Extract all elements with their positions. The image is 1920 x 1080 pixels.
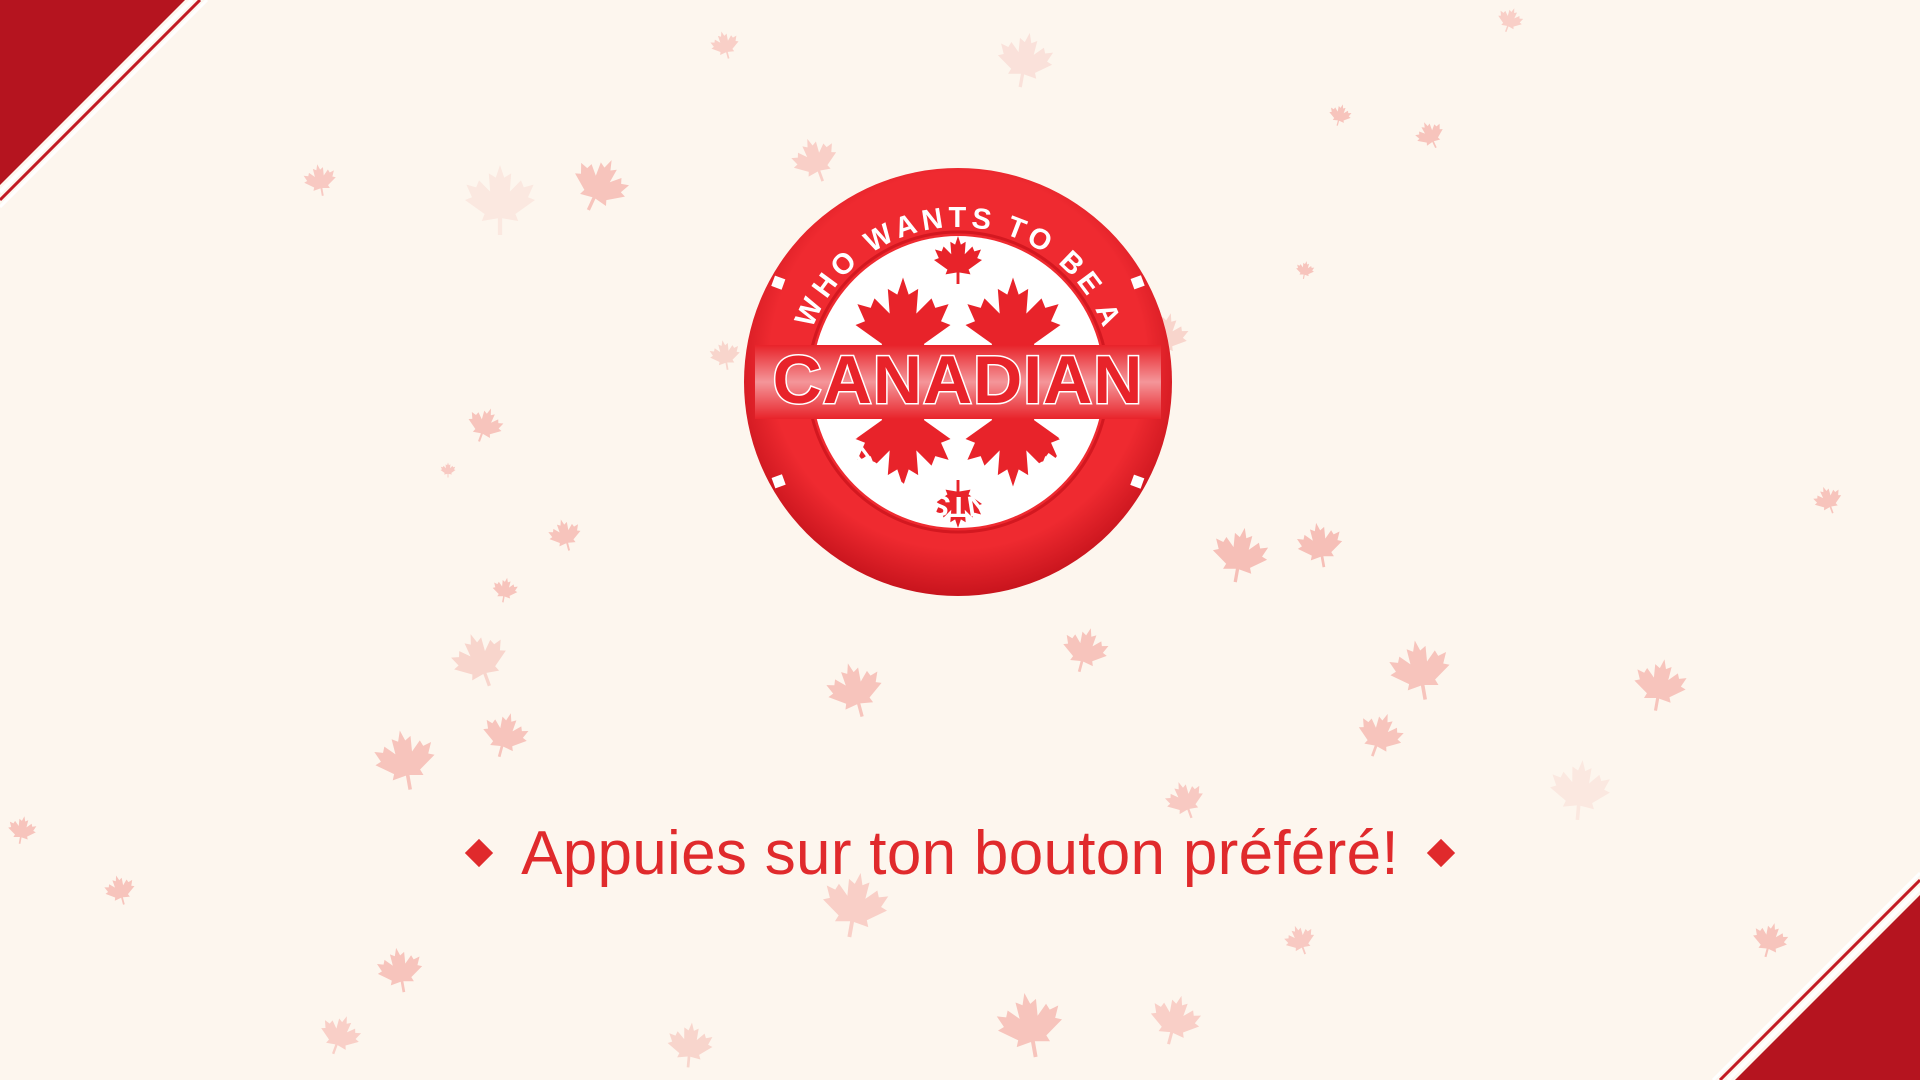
background-maple-leaf-icon: [303, 164, 336, 196]
background-maple-leaf-icon: [996, 992, 1063, 1058]
background-maple-leaf-icon: [321, 1016, 362, 1055]
background-maple-leaf-icon: [451, 634, 506, 687]
logo-title: CANADIAN: [773, 342, 1144, 418]
background-maple-leaf-icon: [483, 713, 529, 758]
background-maple-leaf-icon: [1284, 925, 1315, 955]
background-maple-leaf-icon: [1634, 659, 1687, 711]
diamond-icon: [464, 838, 494, 868]
game-logo: WHO WANTS TO BE A WHO WANTS TO BE A CANA…: [744, 168, 1172, 596]
background-maple-leaf-icon: [1415, 122, 1443, 149]
background-maple-leaf-icon: [1498, 8, 1524, 33]
background-maple-leaf-icon: [468, 408, 504, 442]
background-maple-leaf-icon: [667, 1022, 713, 1068]
background-maple-leaf-icon: [997, 32, 1054, 88]
prompt-text: Appuies sur ton bouton préféré!: [521, 818, 1399, 888]
background-maple-leaf-icon: [826, 663, 882, 717]
background-maple-leaf-icon: [1358, 713, 1404, 757]
background-maple-leaf-icon: [492, 577, 518, 603]
prompt-row: Appuies sur ton bouton préféré!: [0, 808, 1920, 898]
background-maple-leaf-icon: [548, 519, 581, 551]
background-maple-leaf-icon: [710, 31, 739, 59]
background-maple-leaf-icon: [1329, 104, 1352, 126]
corner-ribbon-top-left: [0, 0, 209, 209]
background-maple-leaf-icon: [709, 340, 740, 370]
background-maple-leaf-icon: [1297, 522, 1343, 568]
background-maple-leaf-icon: [1212, 527, 1269, 583]
background-maple-leaf-icon: [374, 730, 435, 790]
diamond-icon: [1426, 838, 1456, 868]
background-maple-leaf-icon: [440, 462, 456, 478]
background-maple-leaf-icon: [465, 165, 535, 235]
background-maple-leaf-icon: [1063, 628, 1109, 673]
background-maple-leaf-icon: [1389, 640, 1450, 700]
game-screen: WHO WANTS TO BE A WHO WANTS TO BE A CANA…: [0, 0, 1920, 1080]
background-maple-leaf-icon: [1150, 995, 1202, 1045]
background-maple-leaf-icon: [1813, 486, 1842, 514]
background-maple-leaf-icon: [377, 947, 423, 993]
background-maple-leaf-icon: [575, 160, 630, 211]
background-maple-leaf-icon: [1296, 261, 1315, 279]
